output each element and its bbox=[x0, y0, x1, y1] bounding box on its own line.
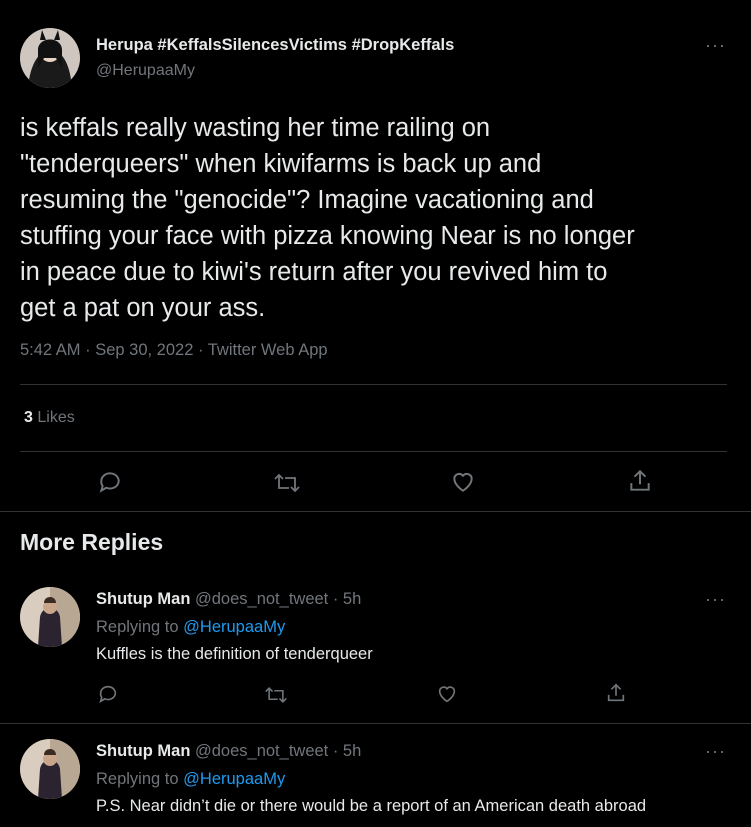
reply-display-name[interactable]: Shutup Man bbox=[96, 742, 190, 760]
share-icon[interactable] bbox=[605, 682, 627, 704]
replying-handle-link[interactable]: @HerupaaMy bbox=[183, 770, 285, 788]
divider bbox=[20, 451, 727, 452]
replying-prefix: Replying to bbox=[96, 618, 179, 636]
replying-to: Replying to @HerupaaMy bbox=[96, 618, 285, 637]
divider bbox=[0, 723, 751, 724]
reply-icon[interactable] bbox=[97, 683, 119, 705]
tweet-text-line: is keffals really wasting her time raili… bbox=[20, 114, 491, 142]
replying-to: Replying to @HerupaaMy bbox=[96, 770, 285, 789]
divider bbox=[0, 511, 751, 512]
reply-header: Shutup Man @does_not_tweet · 5h bbox=[96, 742, 361, 761]
tweet-text-line: resuming the "genocide"? Imagine vacatio… bbox=[20, 186, 594, 214]
main-tweet-text: is keffals really wasting her time raili… bbox=[20, 110, 740, 326]
reply-avatar[interactable] bbox=[20, 739, 80, 799]
more-dots-icon[interactable]: ··· bbox=[705, 36, 726, 54]
retweet-icon[interactable] bbox=[273, 470, 301, 496]
like-icon[interactable] bbox=[450, 469, 476, 495]
reply-icon[interactable] bbox=[97, 469, 123, 495]
more-dots-icon[interactable]: ··· bbox=[705, 590, 726, 608]
main-tweet-handle[interactable]: @HerupaaMy bbox=[96, 62, 195, 80]
divider bbox=[20, 384, 727, 385]
tweet-text-line: in peace due to kiwi's return after you … bbox=[20, 258, 608, 286]
like-icon[interactable] bbox=[436, 683, 458, 705]
reply-text: Kuffles is the definition of tenderqueer bbox=[96, 645, 373, 663]
more-dots-icon[interactable]: ··· bbox=[705, 742, 726, 760]
tweet-text-line: "tenderqueers" when kiwifarms is back up… bbox=[20, 150, 542, 178]
reply-text: P.S. Near didn’t die or there would be a… bbox=[96, 797, 647, 815]
reply-avatar[interactable] bbox=[20, 587, 80, 647]
main-tweet-timestamp[interactable]: 5:42 AM · Sep 30, 2022 · Twitter Web App bbox=[20, 341, 328, 360]
tweet-text-line: get a pat on your ass. bbox=[20, 294, 266, 322]
likes-count-row[interactable]: 3 Likes bbox=[24, 409, 75, 427]
main-tweet-display-name[interactable]: Herupa #KeffalsSilencesVictims #DropKeff… bbox=[96, 36, 454, 55]
tweet-text-line: stuffing your face with pizza knowing Ne… bbox=[20, 222, 635, 250]
main-tweet-avatar[interactable] bbox=[20, 28, 80, 88]
reply-handle-time[interactable]: @does_not_tweet · 5h bbox=[195, 590, 361, 608]
reply-header: Shutup Man @does_not_tweet · 5h bbox=[96, 590, 361, 609]
likes-count: 3 bbox=[24, 409, 33, 426]
likes-label: Likes bbox=[37, 409, 75, 426]
reply-handle-time[interactable]: @does_not_tweet · 5h bbox=[195, 742, 361, 760]
reply-display-name[interactable]: Shutup Man bbox=[96, 590, 190, 608]
retweet-icon[interactable] bbox=[264, 684, 288, 706]
more-replies-heading: More Replies bbox=[20, 529, 164, 555]
share-icon[interactable] bbox=[627, 468, 653, 494]
replying-prefix: Replying to bbox=[96, 770, 179, 788]
replying-handle-link[interactable]: @HerupaaMy bbox=[183, 618, 285, 636]
